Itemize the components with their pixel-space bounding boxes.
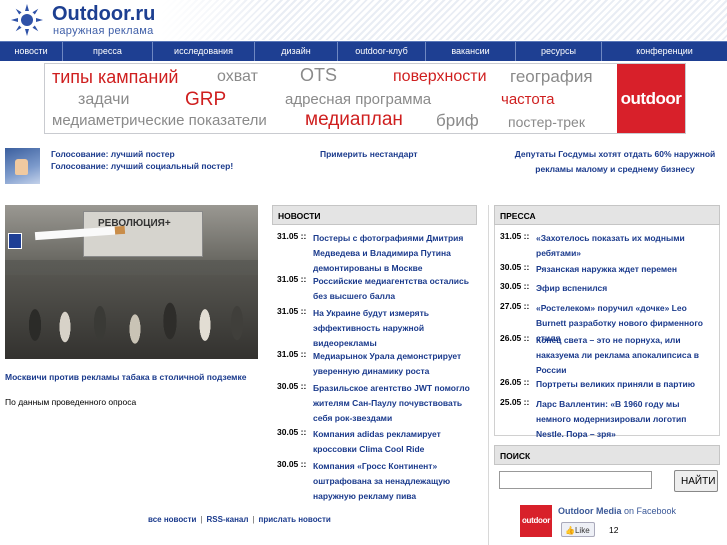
tag-banner[interactable]: типы кампаний охват OTS поверхности геог… <box>44 63 686 134</box>
press-title[interactable]: Рязанская наружка ждет перемен <box>536 262 714 277</box>
press-date: 31.05 :: <box>500 231 530 241</box>
top-link-best-social-poster[interactable]: Голосование: лучший социальный постер! <box>51 159 233 174</box>
press-title[interactable]: Ларс Валлентин: «В 1960 году мы немного … <box>536 397 714 442</box>
banner-tag[interactable]: задачи <box>78 91 129 109</box>
banner-tag[interactable]: постер-трек <box>508 114 585 130</box>
news-title[interactable]: На Украине будут измерять эффективность … <box>313 306 481 351</box>
search-button[interactable]: НАЙТИ <box>674 470 718 492</box>
column-divider <box>488 205 489 545</box>
news-title[interactable]: Медиарынок Урала демонстрирует уверенную… <box>313 349 481 379</box>
press-date: 26.05 :: <box>500 377 530 387</box>
nav-item-press[interactable]: пресса <box>63 42 153 61</box>
nav-item-news[interactable]: новости <box>0 42 63 61</box>
banner-tag[interactable]: география <box>510 67 593 87</box>
news-title[interactable]: Бразильское агентство JWT помогло жителя… <box>313 381 481 426</box>
outdoor-media-logo[interactable]: outdoor <box>520 505 552 537</box>
banner-tag[interactable]: OTS <box>300 65 337 86</box>
vote-thumbnail[interactable] <box>5 148 40 184</box>
press-title[interactable]: «Захотелось показать их модными ребятами… <box>536 231 714 261</box>
banner-tag[interactable]: поверхности <box>393 68 487 86</box>
facebook-page-link[interactable]: Outdoor Media <box>558 506 622 516</box>
sun-logo-icon[interactable] <box>10 3 44 37</box>
nav-item-conferences[interactable]: конференции <box>602 42 727 61</box>
news-footer-links: все новости | RSS-канал | прислать новости <box>148 515 331 524</box>
search-heading: ПОИСК <box>494 445 720 465</box>
banner-tag[interactable]: медиаметрические показатели <box>52 112 267 129</box>
submit-news-link[interactable]: прислать новости <box>259 515 331 524</box>
main-nav: новости пресса исследования дизайн outdo… <box>0 41 727 61</box>
press-date: 30.05 :: <box>500 281 530 291</box>
logo-title[interactable]: Outdoor.ru <box>52 3 155 26</box>
news-title[interactable]: Постеры с фотографиями Дмитрия Медведева… <box>313 231 481 276</box>
press-date: 30.05 :: <box>500 262 530 272</box>
press-title[interactable]: Конец света – это не порнуха, или наказу… <box>536 333 714 378</box>
logo-subtitle: наружная реклама <box>53 25 154 37</box>
top-link-duma-news[interactable]: Депутаты Госдумы хотят отдать 60% наружн… <box>510 147 720 177</box>
press-heading: ПРЕССА <box>494 205 720 225</box>
featured-note: По данным проведенного опроса <box>5 397 137 407</box>
press-date: 25.05 :: <box>500 397 530 407</box>
press-date: 26.05 :: <box>500 333 530 343</box>
outdoor-logo[interactable]: outdoor <box>617 64 685 133</box>
news-heading: НОВОСТИ <box>272 205 477 225</box>
nav-item-research[interactable]: исследования <box>153 42 255 61</box>
press-title[interactable]: Портреты великих приняли в партию <box>536 377 714 392</box>
all-news-link[interactable]: все новости <box>148 515 196 524</box>
banner-tag[interactable]: типы кампаний <box>52 67 178 88</box>
news-date: 30.05 :: <box>277 427 307 437</box>
nav-item-vacancies[interactable]: вакансии <box>426 42 516 61</box>
featured-photo[interactable]: РЕВОЛЮЦИЯ+ <box>5 205 258 359</box>
facebook-suffix[interactable]: on Facebook <box>624 506 676 516</box>
nav-item-resources[interactable]: ресурсы <box>516 42 602 61</box>
site-header: Outdoor.ru наружная реклама <box>0 0 727 40</box>
banner-tag[interactable]: частота <box>501 91 554 108</box>
nav-item-design[interactable]: дизайн <box>255 42 338 61</box>
featured-caption[interactable]: Москвичи против рекламы табака в столичн… <box>5 372 246 382</box>
thumbs-up-icon: 👍 <box>565 526 575 535</box>
header-pattern <box>160 0 727 40</box>
banner-tag[interactable]: медиаплан <box>305 109 403 131</box>
banner-tag[interactable]: GRP <box>185 89 226 111</box>
news-date: 31.05 :: <box>277 274 307 284</box>
rss-link[interactable]: RSS-канал <box>207 515 249 524</box>
banner-tag[interactable]: охват <box>217 68 258 86</box>
news-title[interactable]: Компания «Гросс Континент» оштрафована з… <box>313 459 481 504</box>
news-date: 30.05 :: <box>277 459 307 469</box>
like-count: 12 <box>609 525 619 535</box>
press-title[interactable]: Эфир вспенился <box>536 281 714 296</box>
news-title[interactable]: Российские медиагентства остались без вы… <box>313 274 481 304</box>
top-link-try-nonstandard[interactable]: Примерить нестандарт <box>320 147 418 162</box>
news-date: 30.05 :: <box>277 381 307 391</box>
news-date: 31.05 :: <box>277 349 307 359</box>
news-date: 31.05 :: <box>277 231 307 241</box>
like-label: Like <box>574 526 590 535</box>
banner-tag[interactable]: адресная программа <box>285 91 431 108</box>
search-input[interactable] <box>499 471 652 489</box>
facebook-like-button[interactable]: 👍Like <box>561 522 595 537</box>
news-title[interactable]: Компания adidas рекламирует кроссовки Cl… <box>313 427 481 457</box>
nav-item-club[interactable]: outdoor-клуб <box>338 42 426 61</box>
press-date: 27.05 :: <box>500 301 530 311</box>
news-date: 31.05 :: <box>277 306 307 316</box>
facebook-page-title: Outdoor Media on Facebook <box>558 506 676 516</box>
banner-tag[interactable]: бриф <box>436 111 479 131</box>
